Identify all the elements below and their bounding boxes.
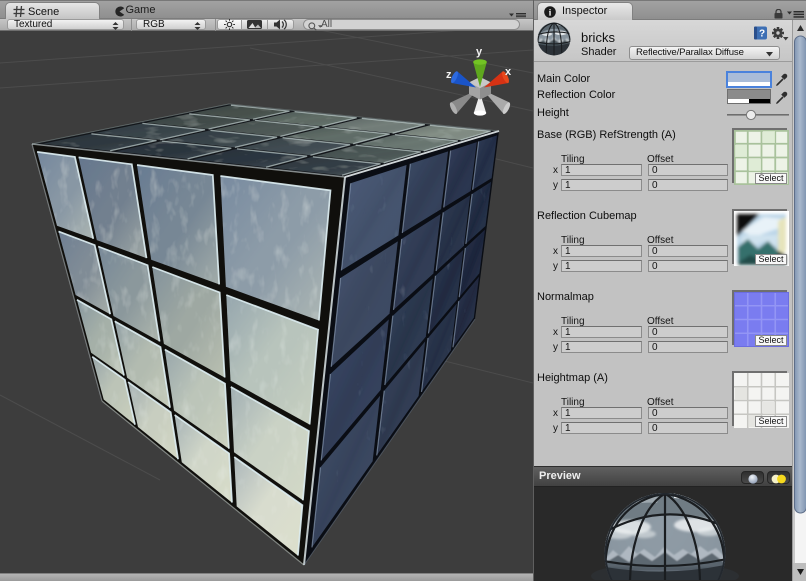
svg-text:?: ? [759,29,765,40]
svg-text:y: y [476,46,483,58]
svg-text:z: z [446,69,452,81]
svg-text:x: x [505,66,512,78]
